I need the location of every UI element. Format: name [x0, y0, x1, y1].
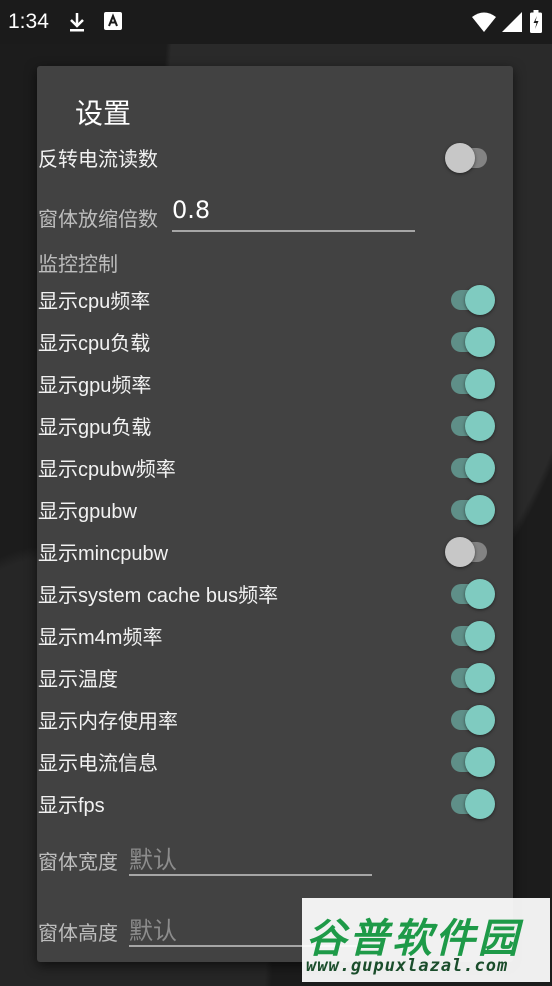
toggle-row[interactable]: 显示mincpubw: [37, 529, 513, 571]
height-label: 窗体高度: [38, 921, 118, 945]
toggle-switch[interactable]: [441, 615, 497, 653]
width-input-placeholder: 默认: [129, 846, 177, 874]
toggle-row[interactable]: 显示gpu负载: [37, 403, 513, 445]
toggle-row[interactable]: 显示fps: [37, 781, 513, 823]
watermark: 谷普软件园 www.gupuxlazal.com: [302, 898, 550, 982]
reverse-current-label: 反转电流读数: [38, 149, 158, 171]
wifi-icon: [472, 12, 496, 32]
signal-icon: [502, 12, 522, 32]
status-time: 1:34: [8, 10, 49, 33]
switch-thumb: [465, 453, 495, 483]
app-notification-icon: [104, 12, 122, 30]
toggle-label: 显示gpu负载: [38, 417, 152, 439]
switch-thumb: [465, 411, 495, 441]
watermark-url: www.gupuxlazal.com: [306, 956, 509, 976]
switch-thumb: [465, 621, 495, 651]
toggle-switch[interactable]: [441, 321, 497, 359]
switch-thumb: [465, 327, 495, 357]
toggle-switch[interactable]: [441, 741, 497, 779]
switch-thumb: [465, 579, 495, 609]
toggle-row[interactable]: 显示内存使用率: [37, 697, 513, 739]
download-icon: [70, 13, 84, 32]
switch-thumb: [465, 495, 495, 525]
toggle-row[interactable]: 显示system cache bus频率: [37, 571, 513, 613]
toggle-switch[interactable]: [441, 531, 497, 569]
monitor-section-title: 监控控制: [38, 252, 118, 276]
toggle-switch[interactable]: [441, 783, 497, 821]
switch-thumb: [465, 705, 495, 735]
toggle-row[interactable]: 显示m4m频率: [37, 613, 513, 655]
toggle-label: 显示cpubw频率: [38, 459, 176, 481]
toggle-switch[interactable]: [441, 573, 497, 611]
toggle-switch[interactable]: [441, 363, 497, 401]
toggle-label: 显示m4m频率: [38, 627, 163, 649]
height-input-placeholder: 默认: [129, 917, 177, 945]
toggle-label: 显示fps: [38, 795, 105, 817]
toggle-row[interactable]: 显示cpubw频率: [37, 445, 513, 487]
toggle-switch[interactable]: [441, 699, 497, 737]
switch-thumb: [465, 369, 495, 399]
toggle-label: 显示gpu频率: [38, 375, 152, 397]
toggle-row[interactable]: 显示温度: [37, 655, 513, 697]
width-label: 窗体宽度: [38, 850, 118, 874]
toggle-switch[interactable]: [441, 279, 497, 317]
toggle-switch[interactable]: [441, 489, 497, 527]
width-input[interactable]: 默认: [129, 840, 372, 876]
switch-thumb: [445, 537, 475, 567]
switch-thumb: [465, 747, 495, 777]
status-bar: 1:34: [0, 0, 552, 44]
scale-input-value: 0.8: [172, 196, 211, 224]
switch-thumb: [465, 789, 495, 819]
switch-thumb: [465, 663, 495, 693]
toggle-row[interactable]: 显示cpu负载: [37, 319, 513, 361]
battery-icon: [530, 10, 542, 33]
switch-thumb: [445, 143, 475, 173]
dialog-title: 设置: [75, 97, 132, 130]
toggle-label: 显示mincpubw: [38, 543, 169, 565]
toggle-switch[interactable]: [441, 447, 497, 485]
reverse-current-switch[interactable]: [441, 137, 497, 175]
toggle-switch[interactable]: [441, 405, 497, 443]
reverse-current-row[interactable]: 反转电流读数: [37, 135, 513, 177]
scale-input[interactable]: 0.8: [172, 196, 415, 232]
toggle-label: 显示内存使用率: [38, 711, 178, 733]
toggle-label: 显示gpubw: [38, 501, 137, 523]
toggle-label: 显示system cache bus频率: [38, 585, 279, 607]
toggle-label: 显示温度: [38, 669, 118, 691]
toggle-row[interactable]: 显示gpu频率: [37, 361, 513, 403]
toggle-row[interactable]: 显示gpubw: [37, 487, 513, 529]
toggle-row[interactable]: 显示电流信息: [37, 739, 513, 781]
toggle-label: 显示电流信息: [38, 753, 158, 775]
settings-dialog: 设置 反转电流读数 窗体放缩倍数 0.8 监控控制 显示cpu频率 显示cpu负载…: [37, 66, 513, 962]
toggle-switch[interactable]: [441, 657, 497, 695]
toggle-label: 显示cpu频率: [38, 291, 151, 313]
switch-thumb: [465, 285, 495, 315]
scale-label: 窗体放缩倍数: [38, 207, 158, 231]
toggle-row[interactable]: 显示cpu频率: [37, 277, 513, 319]
toggle-label: 显示cpu负载: [38, 333, 151, 355]
